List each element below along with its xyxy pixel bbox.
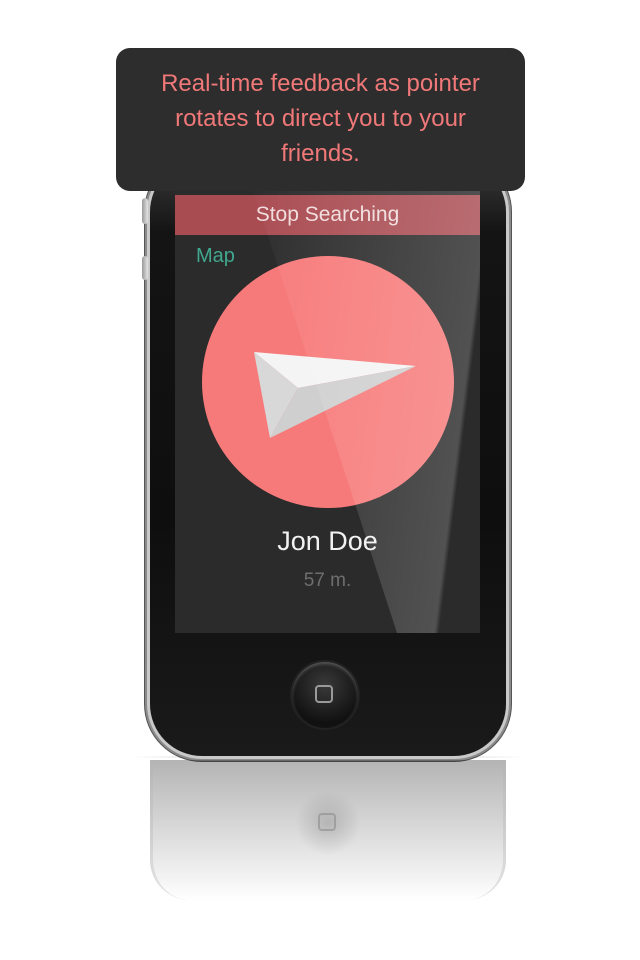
friend-distance: 57 m. bbox=[303, 570, 352, 591]
compass-dial bbox=[202, 256, 454, 508]
reflection-home-square-icon bbox=[318, 813, 336, 831]
floor-shadow bbox=[130, 756, 526, 758]
phone-screen: Stop Searching Map Jon Doe 57 m. bbox=[175, 190, 480, 633]
volume-down-button bbox=[142, 256, 148, 280]
reflection-home-button bbox=[295, 790, 361, 856]
home-button[interactable] bbox=[292, 662, 358, 728]
phone-reflection bbox=[150, 760, 506, 900]
friend-name: Jon Doe bbox=[277, 526, 378, 556]
stage: Stop Searching Map Jon Doe 57 m. Real-ti… bbox=[0, 0, 640, 960]
volume-up-button bbox=[142, 198, 148, 224]
stop-searching-button[interactable]: Stop Searching bbox=[175, 195, 480, 235]
feature-callout: Real-time feedback as pointer rotates to… bbox=[116, 48, 525, 191]
phone-device: Stop Searching Map Jon Doe 57 m. bbox=[142, 160, 506, 756]
home-button-square-icon bbox=[315, 685, 333, 703]
